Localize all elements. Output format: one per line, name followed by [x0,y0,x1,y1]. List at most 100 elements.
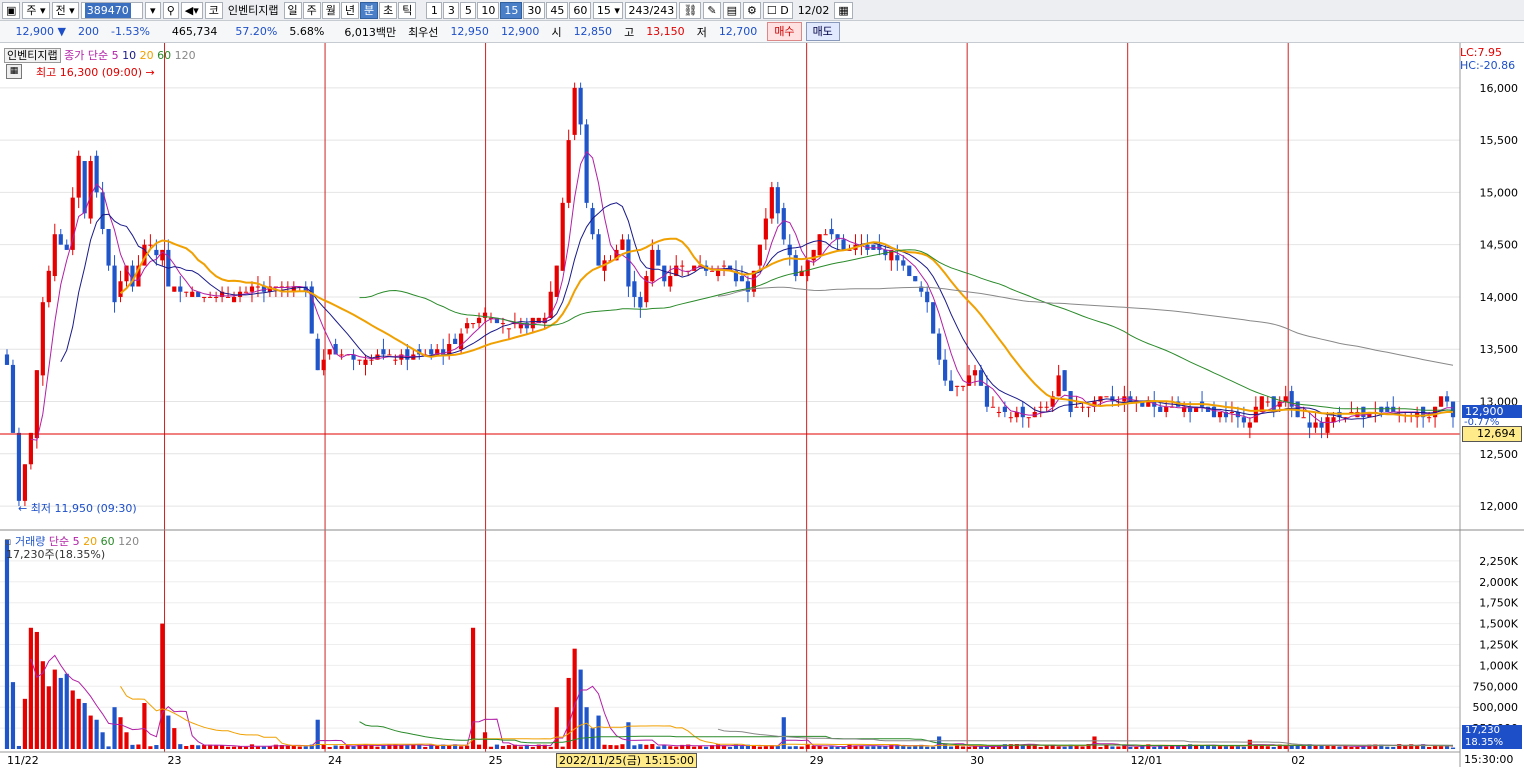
code-input[interactable]: 389470 [80,1,143,19]
candle-body [1313,422,1318,428]
x-tick-label: 12/01 [1131,754,1163,767]
search-icon[interactable]: ⚲ [162,1,179,19]
session-separators [164,43,1289,752]
interval-tab-15[interactable]: 15 [500,1,523,19]
speaker-icon[interactable]: ◀▾ [180,1,203,19]
candle-body [118,281,123,297]
volume-bar [960,746,966,749]
volume-bar [196,745,201,749]
period-tab-6[interactable]: 틱 [398,1,417,19]
candle-body [937,333,942,360]
volume-bar [692,746,697,749]
volume-bar [966,746,972,749]
calendar-icon[interactable]: ▦ [834,1,853,19]
candle-body [208,296,213,298]
volume-bar [931,746,936,749]
price: 12,900 ▼ [15,25,66,38]
candle-body [249,286,255,292]
candle-body [1026,417,1031,419]
candle-body [1217,411,1223,418]
volume-bar [4,540,10,749]
volume-tick-label: 750,000 [1473,680,1519,693]
candle-body [1044,406,1049,408]
table-icon[interactable]: ▦ [6,64,22,79]
period-tab-3[interactable]: 년 [340,1,359,19]
candle-body [339,354,344,356]
volume-bar [829,746,834,749]
period-tab-2[interactable]: 월 [321,1,340,19]
candle-body [1229,411,1235,413]
volume-bar [142,703,147,749]
volume-bar [638,744,643,749]
volume-bar [1182,746,1187,749]
date-checkbox[interactable]: ☐ D [762,1,793,19]
gear-icon[interactable]: ⚙ [742,1,761,19]
volume-bar [823,746,828,749]
interval-tab-30[interactable]: 30 [523,1,546,19]
count-field[interactable]: 243/243 [625,1,678,19]
interval-select[interactable]: 15 ▾ [593,1,624,19]
volume-bar [464,745,470,749]
volume-bar [954,745,960,749]
last-volume-label: 17,230주(18.35%) [6,548,106,561]
volume-bar [1325,745,1330,749]
interval-tab-10[interactable]: 10 [477,1,500,19]
volume-bar [757,746,762,749]
candle-body [231,296,237,303]
volume-tick-label: 1,500K [1479,618,1518,631]
interval-tab-5[interactable]: 5 [460,1,477,19]
buy-button[interactable]: 매수 [767,22,802,41]
volume-tick-label: 2,000K [1479,576,1518,589]
candle-body [184,291,189,293]
sell-button[interactable]: 매도 [805,22,840,41]
candle-body [405,349,410,360]
period-tab-4[interactable]: 분 [360,1,379,19]
volume-bar [482,732,488,749]
date-value: 12/02 [797,3,830,17]
interval-tab-1[interactable]: 1 [426,1,443,19]
interval-tab-45[interactable]: 45 [546,1,569,19]
candle-body [1444,396,1450,402]
link-icon[interactable]: ⛓ [679,1,702,19]
volume-bar [136,744,141,749]
change-pct: -1.53% [111,25,150,38]
volume-tick-label: 1,750K [1479,597,1518,610]
volume-bar [596,715,601,749]
volume-bar [76,698,81,749]
period-tab-0[interactable]: 일 [283,1,302,19]
mode-select[interactable]: 전 ▾ [51,1,79,19]
volume-ma5-line [30,654,1454,748]
ma5-line [30,150,1453,441]
code-dropdown-icon[interactable]: ▾ [144,1,161,19]
save-icon[interactable]: ▤ [722,1,741,19]
low: 12,700 [718,25,758,38]
volume-bar [913,745,918,749]
candle-body [387,354,392,356]
volume-bar [405,745,410,749]
period-tab-5[interactable]: 초 [379,1,398,19]
period-prefix-select[interactable]: 주 ▾ [22,1,50,19]
candle-body [10,364,16,433]
interval-tab-3[interactable]: 3 [443,1,460,19]
turnover: 5.68% [289,25,325,38]
tools-icon[interactable]: ✎ [703,1,721,19]
volume-bar [1098,746,1103,749]
volume-bar [775,746,780,749]
period-tab-1[interactable]: 주 [302,1,321,19]
volume-bar [130,744,135,749]
ma20-label: 20 [139,49,154,62]
crosshair-price-tag: 12,694 [1462,426,1522,442]
window-icon[interactable]: ▣ [2,1,21,19]
chart-area[interactable]: 12,00012,50013,00013,50014,00014,50015,0… [0,43,1524,767]
volume-bar [160,623,165,749]
volume-bar [243,746,249,749]
high-annotation-text: 최고 16,300 (09:00) [36,66,143,79]
interval-tab-60[interactable]: 60 [569,1,592,19]
volume-bar [978,746,984,749]
volume-bar [351,746,356,749]
candle-body [680,265,685,267]
code-value: 389470 [84,2,131,18]
candle-body [148,244,153,246]
volume-bar [1391,746,1396,749]
candle-body [739,276,745,282]
